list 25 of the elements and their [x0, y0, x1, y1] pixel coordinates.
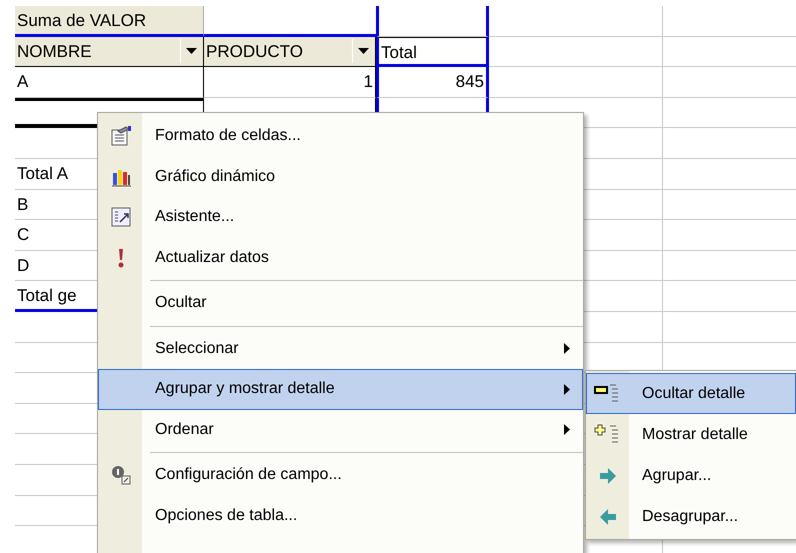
menu-item[interactable]: Seleccionar [98, 328, 583, 369]
data-field-label: Suma de VALOR [15, 6, 204, 37]
menu-item[interactable]: Agrupar y mostrar detalle [98, 369, 583, 410]
caret-icon [358, 48, 369, 54]
menu-item[interactable]: Opciones de tabla... [98, 496, 583, 536]
table-cell: A [15, 67, 204, 98]
exclamation-icon [116, 246, 126, 269]
menu-item[interactable]: Configuración de campo... [98, 455, 583, 496]
menu-item[interactable]: Ocultar detalle [586, 373, 796, 414]
menu-item[interactable]: Agrupar... [586, 455, 796, 496]
wizard-icon [110, 206, 132, 228]
field-settings-icon [110, 464, 132, 486]
right-arrow-icon [598, 466, 618, 484]
left-arrow-icon [598, 508, 618, 526]
menu-item[interactable]: Desagrupar... [586, 496, 796, 537]
field-label: NOMBRE [17, 40, 92, 63]
caret-icon [186, 48, 197, 54]
menu-item[interactable]: Ordenar [98, 410, 583, 450]
table-cell: 1 [204, 67, 376, 98]
menu-item[interactable]: Formato de celdas... [98, 116, 583, 156]
field-label: PRODUCTO [206, 40, 303, 63]
menu-item[interactable]: Mostrar detalle [586, 414, 796, 455]
column-header: Total [376, 36, 489, 68]
table-cell: 845 [376, 67, 489, 98]
format-cells-icon [110, 125, 132, 148]
